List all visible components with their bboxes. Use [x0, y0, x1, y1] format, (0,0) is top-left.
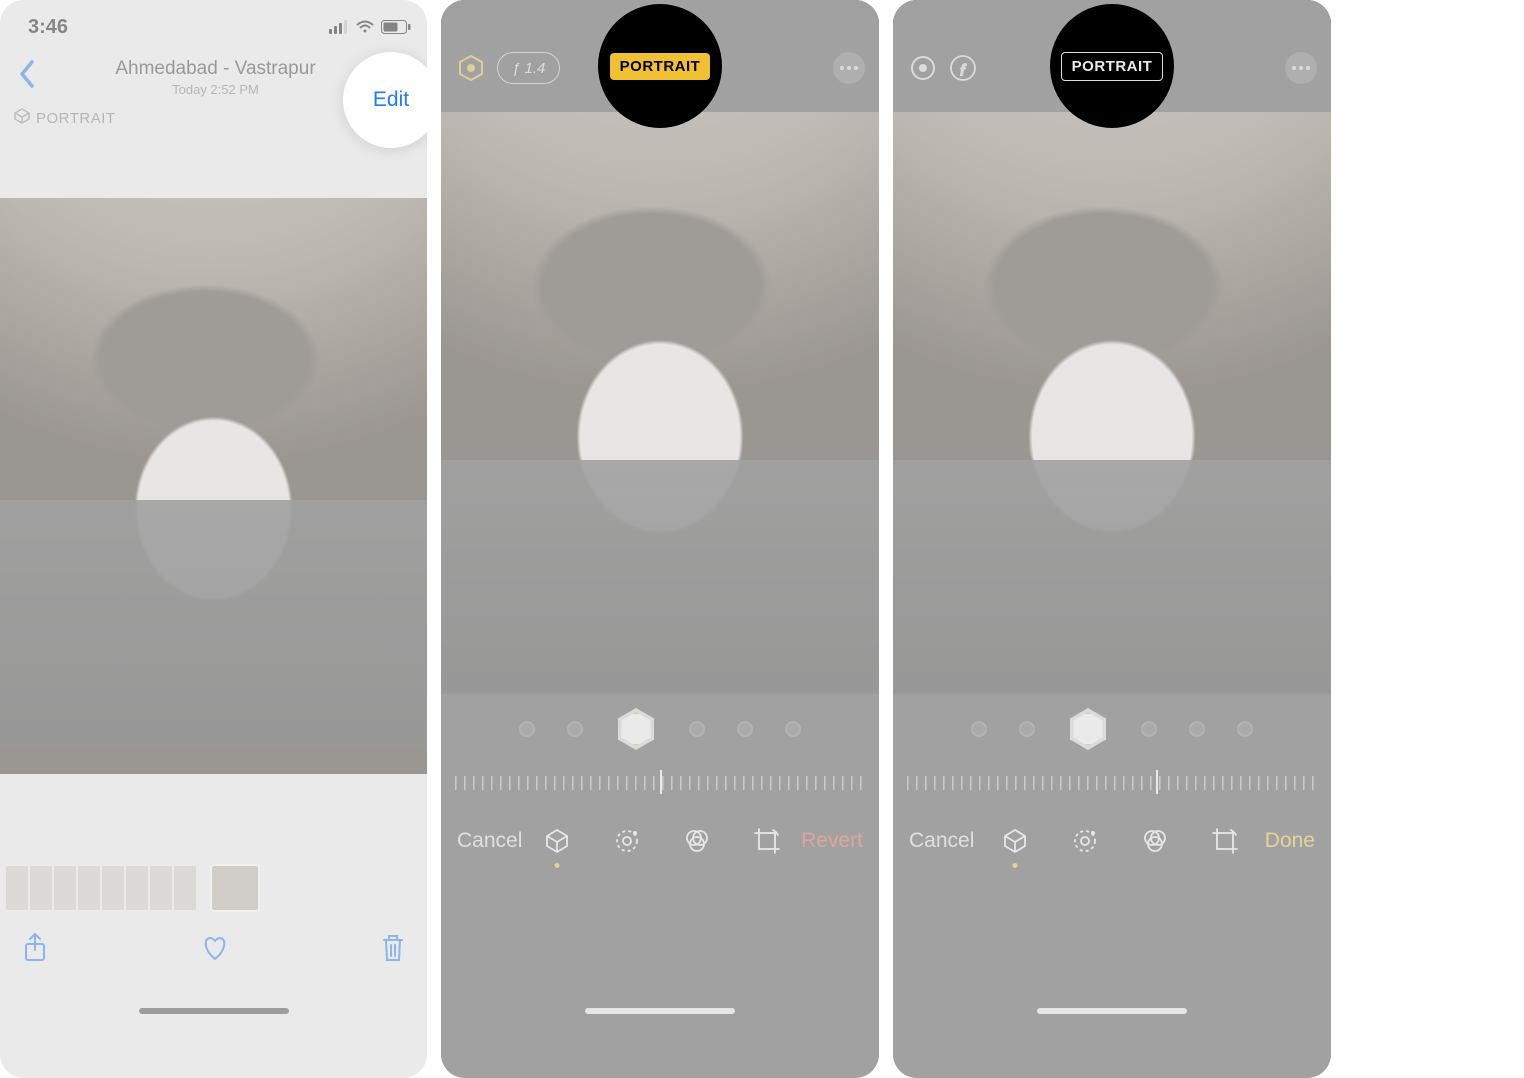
lighting-option[interactable]	[689, 721, 705, 737]
thumbnail-gap	[198, 866, 210, 910]
thumbnail[interactable]	[150, 866, 172, 910]
more-options-button[interactable]	[833, 52, 865, 84]
fstop-label: ƒ 1.4	[512, 60, 545, 77]
thumbnail[interactable]	[102, 866, 124, 910]
editor-bottom-toolbar: Cancel Revert	[441, 826, 879, 856]
nav-bar: Ahmedabad - Vastrapur Today 2:52 PM Edit	[0, 44, 427, 104]
battery-icon	[381, 20, 411, 34]
home-indicator[interactable]	[585, 1008, 735, 1014]
cancel-button[interactable]: Cancel	[909, 829, 974, 853]
timestamp-subtitle: Today 2:52 PM	[115, 82, 315, 97]
share-button[interactable]	[22, 932, 48, 969]
filters-tab[interactable]	[1140, 826, 1170, 856]
lighting-option[interactable]	[1019, 721, 1035, 737]
portrait-tab[interactable]	[542, 826, 572, 856]
home-indicator[interactable]	[1037, 1008, 1187, 1014]
more-options-button[interactable]	[1285, 52, 1317, 84]
editor-screen-off: ƒ PORTRAIT Cancel	[893, 0, 1331, 1078]
edit-button[interactable]: Edit	[373, 88, 409, 112]
portrait-toggle-highlight: PORTRAIT	[598, 4, 722, 128]
lighting-option[interactable]	[1189, 721, 1205, 737]
adjust-tab[interactable]	[1070, 826, 1100, 856]
editor-mode-tabs	[1000, 826, 1240, 856]
depth-control-button[interactable]: ƒ 1.4	[497, 52, 560, 84]
photo-preview-lower	[0, 500, 427, 748]
crop-tab[interactable]	[752, 826, 782, 856]
bottom-toolbar	[0, 922, 427, 978]
lighting-option[interactable]	[737, 721, 753, 737]
lighting-style-selector[interactable]	[893, 708, 1331, 750]
filters-tab[interactable]	[682, 826, 712, 856]
cellular-signal-icon	[329, 20, 349, 34]
cube-icon	[14, 108, 30, 128]
thumbnail[interactable]	[174, 866, 196, 910]
status-right-cluster	[329, 20, 411, 34]
editor-bottom-toolbar: Cancel Done	[893, 826, 1331, 856]
photos-viewer-screen: 3:46 Ahmedabad - Vastrapur Today 2:52 PM…	[0, 0, 427, 1078]
svg-text:ƒ: ƒ	[960, 62, 967, 77]
thumbnail-selected[interactable]	[212, 866, 258, 910]
lighting-option[interactable]	[567, 721, 583, 737]
crop-tab[interactable]	[1210, 826, 1240, 856]
intensity-slider[interactable]	[441, 768, 879, 798]
lighting-option[interactable]	[971, 721, 987, 737]
editor-photo-lower	[893, 460, 1331, 694]
title-block: Ahmedabad - Vastrapur Today 2:52 PM	[115, 58, 315, 97]
delete-button[interactable]	[381, 933, 405, 968]
portrait-lighting-button[interactable]	[455, 52, 487, 84]
adjust-tab[interactable]	[612, 826, 642, 856]
lighting-option-selected[interactable]	[1067, 708, 1109, 750]
thumbnail[interactable]	[54, 866, 76, 910]
revert-button[interactable]: Revert	[801, 829, 863, 853]
lighting-option[interactable]	[1141, 721, 1157, 737]
depth-control-button[interactable]: ƒ	[947, 52, 979, 84]
done-button[interactable]: Done	[1265, 829, 1315, 853]
editor-screen-on: ƒ 1.4 PORTRAIT Cancel	[441, 0, 879, 1078]
slider-handle[interactable]	[660, 770, 662, 794]
wifi-icon	[355, 20, 375, 34]
thumbnail[interactable]	[78, 866, 100, 910]
portrait-toggle-on[interactable]: PORTRAIT	[610, 53, 711, 80]
location-title: Ahmedabad - Vastrapur	[115, 58, 315, 80]
editor-top-bar: ƒ 1.4 PORTRAIT	[441, 0, 879, 112]
cancel-button[interactable]: Cancel	[457, 829, 522, 853]
portrait-mode-label: PORTRAIT	[36, 110, 116, 127]
status-bar: 3:46	[0, 0, 427, 44]
home-indicator[interactable]	[139, 1008, 289, 1014]
favorite-button[interactable]	[200, 934, 230, 967]
lighting-option[interactable]	[1237, 721, 1253, 737]
editor-mode-tabs	[542, 826, 782, 856]
lighting-option[interactable]	[785, 721, 801, 737]
editor-top-bar: ƒ PORTRAIT	[893, 0, 1331, 112]
editor-photo-lower	[441, 460, 879, 694]
slider-handle[interactable]	[1156, 770, 1158, 794]
portrait-toggle-highlight: PORTRAIT	[1050, 4, 1174, 128]
lighting-style-selector[interactable]	[441, 708, 879, 750]
portrait-tab[interactable]	[1000, 826, 1030, 856]
thumbnail-strip[interactable]	[6, 866, 421, 910]
portrait-lighting-button[interactable]	[907, 52, 939, 84]
lighting-option-selected[interactable]	[615, 708, 657, 750]
slider-ticks	[907, 776, 1317, 790]
intensity-slider[interactable]	[893, 768, 1331, 798]
lighting-option[interactable]	[519, 721, 535, 737]
back-button[interactable]	[14, 60, 36, 94]
thumbnail[interactable]	[30, 866, 52, 910]
thumbnail[interactable]	[6, 866, 28, 910]
portrait-toggle-off[interactable]: PORTRAIT	[1061, 52, 1164, 81]
status-time: 3:46	[28, 16, 68, 39]
thumbnail[interactable]	[126, 866, 148, 910]
